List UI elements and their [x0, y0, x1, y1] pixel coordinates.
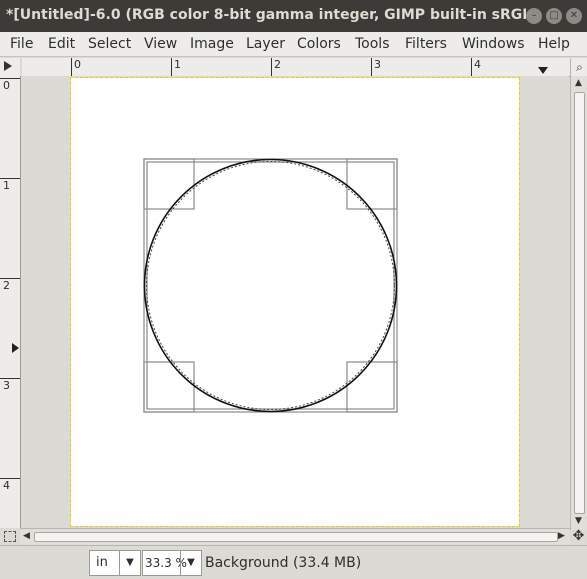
pointer-position-marker-icon [12, 343, 19, 353]
h-ruler-label-1: 1 [174, 58, 181, 71]
corner-box-top-left [143, 158, 195, 210]
v-ruler-label-4: 4 [3, 479, 10, 492]
vertical-scrollbar[interactable]: ▲ ▼ [570, 76, 587, 530]
scroll-down-icon[interactable]: ▼ [575, 516, 582, 526]
v-ruler-label-0: 0 [3, 79, 10, 92]
scroll-up-icon[interactable]: ▲ [575, 78, 582, 88]
corner-box-bottom-left [143, 361, 195, 413]
drawing-layer [143, 158, 398, 413]
window-title: *[Untitled]-6.0 (RGB color 8-bit gamma i… [6, 7, 526, 23]
v-ruler-major-tick [0, 478, 20, 479]
navigate-icon[interactable]: ✥ [570, 528, 587, 545]
circle-outline [143, 158, 398, 413]
zoom-selector[interactable]: 33.3 % ▼ [142, 550, 202, 576]
menu-image[interactable]: Image [190, 36, 234, 52]
corner-box-bottom-right [346, 361, 398, 413]
unit-value: in [96, 555, 108, 570]
zoom-icon[interactable]: ⌕ [570, 58, 587, 76]
menu-help[interactable]: Help [538, 36, 570, 52]
vertical-ruler[interactable]: 0 1 2 3 4 [0, 76, 21, 528]
h-ruler-label-4: 4 [474, 58, 481, 71]
menu-layer[interactable]: Layer [246, 36, 285, 52]
v-ruler-major-tick [0, 378, 20, 379]
menu-filters[interactable]: Filters [405, 36, 447, 52]
h-ruler-label-0: 0 [74, 58, 81, 71]
menu-arrow-icon [4, 61, 12, 71]
horizontal-scroll-thumb[interactable] [34, 532, 558, 542]
menu-windows[interactable]: Windows [462, 36, 525, 52]
h-ruler-major-tick [71, 58, 72, 76]
chevron-down-icon[interactable]: ▼ [180, 551, 201, 575]
menu-view[interactable]: View [144, 36, 177, 52]
v-ruler-major-tick [0, 78, 20, 79]
image-canvas[interactable] [70, 77, 520, 527]
pointer-position-marker-icon [538, 67, 548, 74]
horizontal-ruler[interactable]: 0 1 2 3 4 [22, 58, 570, 77]
circle-dotted-selection [146, 161, 395, 410]
h-ruler-label-2: 2 [274, 58, 281, 71]
v-ruler-label-1: 1 [3, 179, 10, 192]
maximize-icon[interactable]: □ [546, 8, 562, 24]
scroll-left-icon[interactable]: ◀ [23, 531, 30, 541]
inner-square [146, 161, 395, 410]
scroll-right-icon[interactable]: ▶ [558, 531, 565, 541]
ruler-corner-menu-button[interactable] [0, 58, 20, 76]
close-icon[interactable]: ✕ [566, 8, 582, 24]
v-ruler-major-tick [0, 178, 20, 179]
menu-file[interactable]: File [10, 36, 33, 52]
h-ruler-major-tick [471, 58, 472, 76]
quick-mask-toggle[interactable] [0, 528, 20, 544]
status-bar: in ▼ 33.3 % ▼ Background (33.4 MB) [0, 545, 587, 579]
horizontal-scrollbar[interactable]: ◀ ▶ [20, 528, 570, 545]
unit-selector[interactable]: in ▼ [89, 550, 141, 576]
h-ruler-label-3: 3 [374, 58, 381, 71]
v-ruler-major-tick [0, 278, 20, 279]
menu-colors[interactable]: Colors [297, 36, 341, 52]
menu-edit[interactable]: Edit [48, 36, 75, 52]
v-ruler-label-2: 2 [3, 279, 10, 292]
h-ruler-major-tick [271, 58, 272, 76]
title-bar: *[Untitled]-6.0 (RGB color 8-bit gamma i… [0, 0, 587, 32]
quick-mask-icon [4, 531, 16, 542]
canvas-area[interactable] [21, 76, 569, 528]
menu-tools[interactable]: Tools [355, 36, 390, 52]
h-ruler-major-tick [371, 58, 372, 76]
minimize-icon[interactable]: – [526, 8, 542, 24]
h-ruler-major-tick [171, 58, 172, 76]
vertical-scroll-thumb[interactable] [574, 92, 585, 514]
v-ruler-label-3: 3 [3, 379, 10, 392]
layer-info: Background (33.4 MB) [205, 555, 362, 571]
menu-select[interactable]: Select [88, 36, 131, 52]
corner-box-top-right [346, 158, 398, 210]
menu-bar: File Edit Select View Image Layer Colors… [0, 32, 587, 57]
chevron-down-icon[interactable]: ▼ [119, 551, 140, 575]
